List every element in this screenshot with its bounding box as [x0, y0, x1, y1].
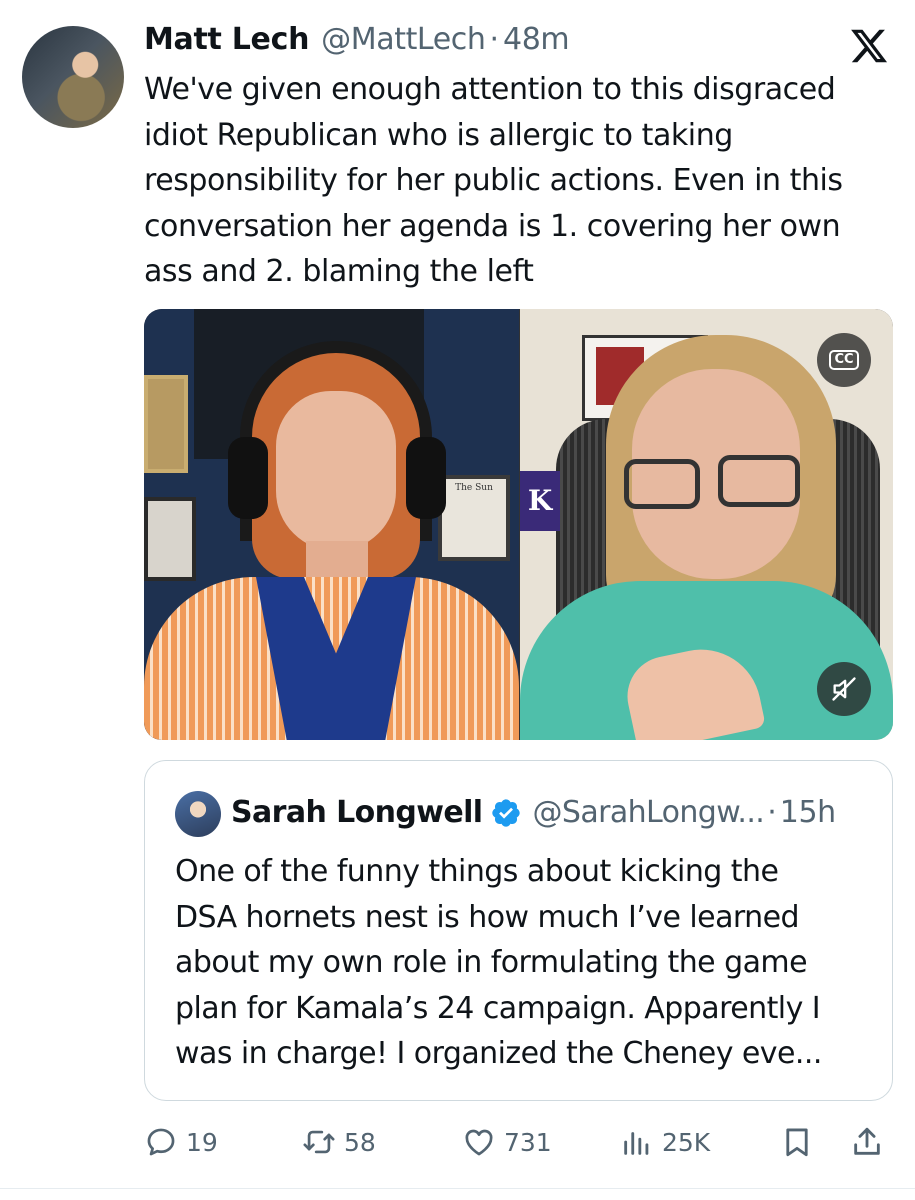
quoted-tweet-text: One of the funny things about kicking th… — [175, 849, 880, 1077]
tweet-text-line: conversation her agenda is 1. covering h… — [144, 208, 841, 244]
header-separator: · — [489, 22, 500, 57]
views-button[interactable]: 25K — [620, 1120, 710, 1164]
reply-icon — [147, 1128, 175, 1156]
frame-picture — [144, 497, 196, 581]
author-handle[interactable]: @MattLech — [321, 22, 486, 57]
newspaper-frame: The Sun — [438, 475, 510, 561]
x-logo-icon[interactable] — [849, 26, 889, 66]
tweet-text-line: responsibility for her public actions. E… — [144, 163, 843, 198]
repost-count: 58 — [344, 1127, 376, 1157]
author-name[interactable]: Matt Lech — [144, 22, 309, 57]
video-panel-left: The Sun — [144, 309, 519, 740]
cc-icon: CC — [829, 350, 859, 370]
glasses-right — [718, 455, 800, 507]
like-icon — [465, 1129, 493, 1156]
like-count: 731 — [504, 1127, 552, 1157]
quoted-tweet-time[interactable]: 15h — [780, 795, 836, 830]
repost-button[interactable]: 58 — [302, 1120, 376, 1164]
captions-button[interactable]: CC — [817, 333, 871, 387]
quoted-text-line: One of the funny things about kicking th… — [175, 854, 779, 889]
video-player[interactable]: The Sun K CC — [144, 309, 893, 740]
like-button[interactable]: 731 — [462, 1120, 552, 1164]
tweet-text-line: ass and 2. blaming the left — [144, 254, 534, 289]
quoted-text-line: DSA hornets nest is how much I’ve learne… — [175, 899, 800, 935]
share-icon — [854, 1127, 880, 1155]
quoted-tweet[interactable]: Sarah Longwell @SarahLongw... · 15h One … — [144, 760, 893, 1101]
views-count: 25K — [662, 1127, 711, 1157]
pennant: K — [520, 471, 560, 531]
tweet-text: We've given enough attention to this dis… — [144, 67, 896, 295]
tweet-header: Matt Lech @MattLech · 48m — [144, 22, 570, 57]
quoted-text-line: was in charge! I organized the Cheney ev… — [175, 1036, 822, 1071]
divider — [0, 1188, 915, 1189]
headphone-cup-left — [228, 437, 268, 519]
repost-icon — [303, 1130, 335, 1154]
bookmark-icon — [786, 1128, 808, 1157]
pennant-letter: K — [527, 484, 553, 517]
reply-button[interactable]: 19 — [144, 1120, 218, 1164]
quoted-author-name[interactable]: Sarah Longwell — [231, 795, 483, 830]
quoted-tweet-header: Sarah Longwell @SarahLongw... · 15h — [231, 795, 836, 830]
mute-icon — [832, 677, 856, 701]
tweet-text-line: idiot Republican who is allergic to taki… — [144, 117, 733, 153]
headphones — [240, 341, 432, 541]
action-bar: 19 58 731 25K — [144, 1120, 894, 1164]
bookmark-button[interactable] — [780, 1120, 814, 1164]
mute-button[interactable] — [817, 662, 871, 716]
tweet-time[interactable]: 48m — [503, 22, 570, 57]
glasses-left — [624, 459, 700, 509]
quoted-text-line: about my own role in formulating the gam… — [175, 945, 808, 980]
verified-icon — [492, 798, 521, 827]
frame-picture — [144, 375, 188, 473]
author-avatar[interactable] — [22, 26, 124, 128]
quoted-author-handle[interactable]: @SarahLongw... — [532, 795, 764, 830]
tweet-text-line: We've given enough attention to this dis… — [144, 72, 836, 107]
share-button[interactable] — [850, 1120, 884, 1164]
views-icon — [624, 1132, 649, 1155]
quoted-author-avatar[interactable] — [175, 791, 221, 837]
newspaper-title: The Sun — [455, 483, 493, 493]
quoted-text-line: plan for Kamala’s 24 campaign. Apparentl… — [175, 990, 821, 1026]
quoted-header-separator: · — [767, 795, 777, 830]
headphone-cup-right — [406, 437, 446, 519]
reply-count: 19 — [186, 1127, 218, 1157]
